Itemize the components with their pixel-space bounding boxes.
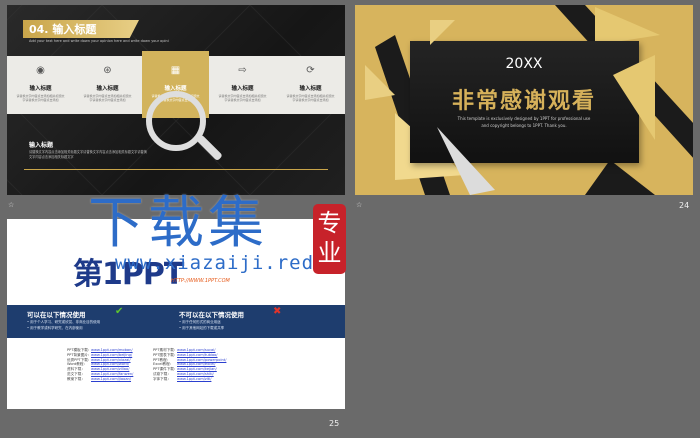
brand-url: HTTP://WWW.1PPT.COM bbox=[171, 278, 230, 284]
card-label: 输入标题 bbox=[299, 86, 322, 92]
cannot-use-line: • 用于其他网站的下载或共享 bbox=[179, 326, 225, 330]
cannot-use-line: • 用于任何形式的商业用途 bbox=[179, 320, 221, 324]
caption-line-2: and copyright belongs to 1PPT. Thank you… bbox=[481, 123, 567, 128]
card-label: 输入标题 bbox=[96, 86, 119, 92]
card-desc: 请替换文字内容点击添加相关标题文字请替换文字内容点击添加 bbox=[83, 94, 132, 102]
watermark-seal: 专业 bbox=[313, 204, 346, 274]
clipboard-icon: ▦ bbox=[170, 65, 181, 76]
link-url[interactable]: www.1ppt.com/jiaoan/ bbox=[91, 377, 131, 382]
magnifier-icon bbox=[146, 91, 206, 151]
slide-title: 04. 输入标题 bbox=[29, 23, 97, 36]
link-key: 字体下载： bbox=[153, 376, 171, 381]
slide-number: 25 bbox=[329, 419, 340, 428]
link-url[interactable]: www.1ppt.com/ziti/ bbox=[177, 377, 211, 382]
bottom-title: 输入标题 bbox=[29, 142, 54, 149]
network-icon: ⊛ bbox=[103, 65, 112, 76]
slide-number: 24 bbox=[679, 201, 690, 210]
can-use-line: • 用于教学或科学研究、在内部使用 bbox=[27, 326, 83, 330]
card-desc: 请替换文字内容点击添加相关标题文字请替换文字内容点击添加 bbox=[286, 94, 335, 102]
star-icon: ☆ bbox=[356, 201, 363, 209]
slide-thumbnail-23[interactable]: 04. 输入标题 Add your text here and write do… bbox=[7, 5, 345, 195]
cannot-use-title: 不可以在以下情况使用 bbox=[179, 311, 244, 319]
divider-line bbox=[24, 169, 328, 170]
card-desc: 请替换文字内容点击添加相关标题文字请替换文字内容点击添加 bbox=[16, 94, 65, 102]
caption-line-1: This template is exclusively designed by… bbox=[457, 116, 591, 121]
year-text: 20XX bbox=[505, 56, 543, 72]
card-desc: 请替换文字内容点击添加相关标题文字请替换文字内容点击添加 bbox=[218, 94, 267, 102]
link-row: 字体下载： www.1ppt.com/ziti/ bbox=[153, 377, 226, 382]
bottom-desc: 请替换文字内容点击添加相关标题文字请替换文字内容点击添加相关标题文字请替换文字内… bbox=[29, 150, 147, 159]
can-use-title: 可以在以下情况使用 bbox=[27, 311, 86, 319]
card-4: ⇨ 输入标题 请替换文字内容点击添加相关标题文字请替换文字内容点击添加 bbox=[209, 56, 276, 114]
link-row: 教案下载： www.1ppt.com/jiaoan/ bbox=[67, 377, 133, 382]
export-icon: ⇨ bbox=[238, 65, 247, 76]
refresh-icon: ⟳ bbox=[306, 65, 315, 76]
link-key: 教案下载： bbox=[67, 376, 85, 381]
card-label: 输入标题 bbox=[29, 86, 52, 92]
thanks-heading: 非常感谢观看 bbox=[451, 89, 596, 114]
card-2: ⊛ 输入标题 请替换文字内容点击添加相关标题文字请替换文字内容点击添加 bbox=[74, 56, 141, 114]
watermark-url: www.xiazaiji.red bbox=[115, 252, 315, 274]
slide-thumbnail-24[interactable]: 20XX 非常感谢观看 This template is exclusively… bbox=[355, 5, 693, 195]
links-left: PPT模板下载： www.1ppt.com/moban/ PPT背景图片： www.… bbox=[67, 348, 133, 382]
cross-icon: ✖ bbox=[273, 306, 282, 317]
card-label: 输入标题 bbox=[231, 86, 254, 92]
can-use-line: • 用于个人学习、研究或欣赏、非商业目的使用 bbox=[27, 320, 101, 324]
watermark-text: 下载集 bbox=[88, 191, 268, 256]
card-1: ◉ 输入标题 请替换文字内容点击添加相关标题文字请替换文字内容点击添加 bbox=[7, 56, 74, 114]
links-right: PPT素材下载： www.1ppt.com/sucai/ PPT图表下载： www.… bbox=[153, 348, 226, 382]
slide-subtitle: Add your text here and write down your o… bbox=[29, 39, 169, 43]
star-icon: ☆ bbox=[8, 201, 15, 209]
check-icon: ✔ bbox=[115, 306, 124, 317]
location-icon: ◉ bbox=[36, 65, 45, 76]
card-5: ⟳ 输入标题 请替换文字内容点击添加相关标题文字请替换文字内容点击添加 bbox=[277, 56, 344, 114]
